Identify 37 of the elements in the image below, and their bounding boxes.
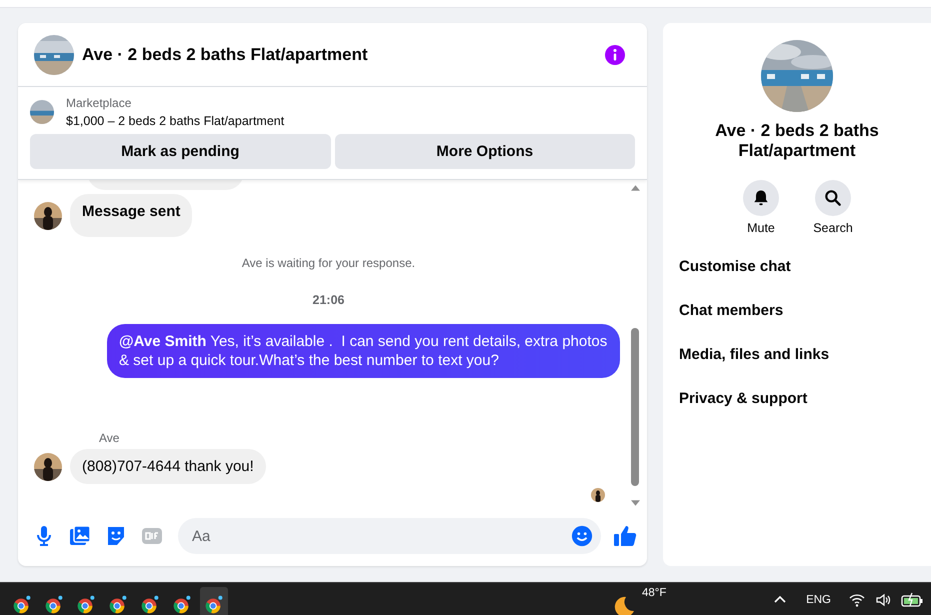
- wifi-icon[interactable]: [849, 592, 865, 608]
- chat-title: Ave · 2 beds 2 baths Flat/apartment: [82, 44, 369, 64]
- scroll-down-icon[interactable]: [630, 500, 640, 506]
- message-bubble: @Ave Smith Yes, it’s available . I can send you rent details, extra photos & set up a quick tour.What’s the best number to text you?: [107, 324, 620, 378]
- info-icon[interactable]: [605, 44, 625, 64]
- message-bubble: Message sent: [70, 194, 192, 237]
- scroll-up-icon[interactable]: [630, 185, 640, 191]
- marketplace-label: Marketplace: [66, 96, 132, 110]
- listing-summary: $1,000 – 2 beds 2 baths Flat/apartment: [66, 114, 284, 128]
- battery-icon[interactable]: [901, 592, 923, 608]
- menu-item[interactable]: Chat members: [679, 302, 784, 320]
- emoji-icon[interactable]: [571, 525, 593, 547]
- action-label: Mute: [747, 221, 775, 235]
- thumbs-up-icon[interactable]: [613, 524, 637, 548]
- browser-taskbar-icon[interactable]: [200, 587, 228, 615]
- photo-icon[interactable]: [68, 524, 92, 548]
- search-icon[interactable]: [815, 180, 851, 216]
- chat-name: Ave · 2 beds 2 baths Flat/apartment: [714, 121, 880, 161]
- bell-icon[interactable]: [743, 180, 779, 216]
- seen-avatar-icon: [591, 488, 605, 502]
- sender-name: Ave: [99, 431, 120, 445]
- message-field[interactable]: Aa: [178, 518, 601, 554]
- listing-action-button[interactable]: Mark as pending: [30, 134, 330, 169]
- speaker-icon[interactable]: [875, 592, 891, 608]
- action-label: Search: [813, 221, 853, 235]
- message-bubble: (808)707-4644 thank you!: [70, 449, 266, 484]
- message-input[interactable]: Aa: [190, 526, 571, 546]
- moon-icon: [612, 595, 636, 615]
- status-notice: Ave is waiting for your response.: [240, 256, 416, 270]
- temperature: 48°F: [642, 587, 666, 599]
- scrollbar-thumb[interactable]: [631, 328, 639, 486]
- menu-item[interactable]: Media, files and links: [679, 346, 830, 364]
- listing-action-button[interactable]: More Options: [334, 134, 635, 169]
- language-indicator[interactable]: ENG: [806, 594, 831, 606]
- menu-item[interactable]: Privacy & support: [679, 390, 808, 408]
- timestamp: 21:06: [312, 293, 346, 307]
- menu-item[interactable]: Customise chat: [679, 258, 791, 276]
